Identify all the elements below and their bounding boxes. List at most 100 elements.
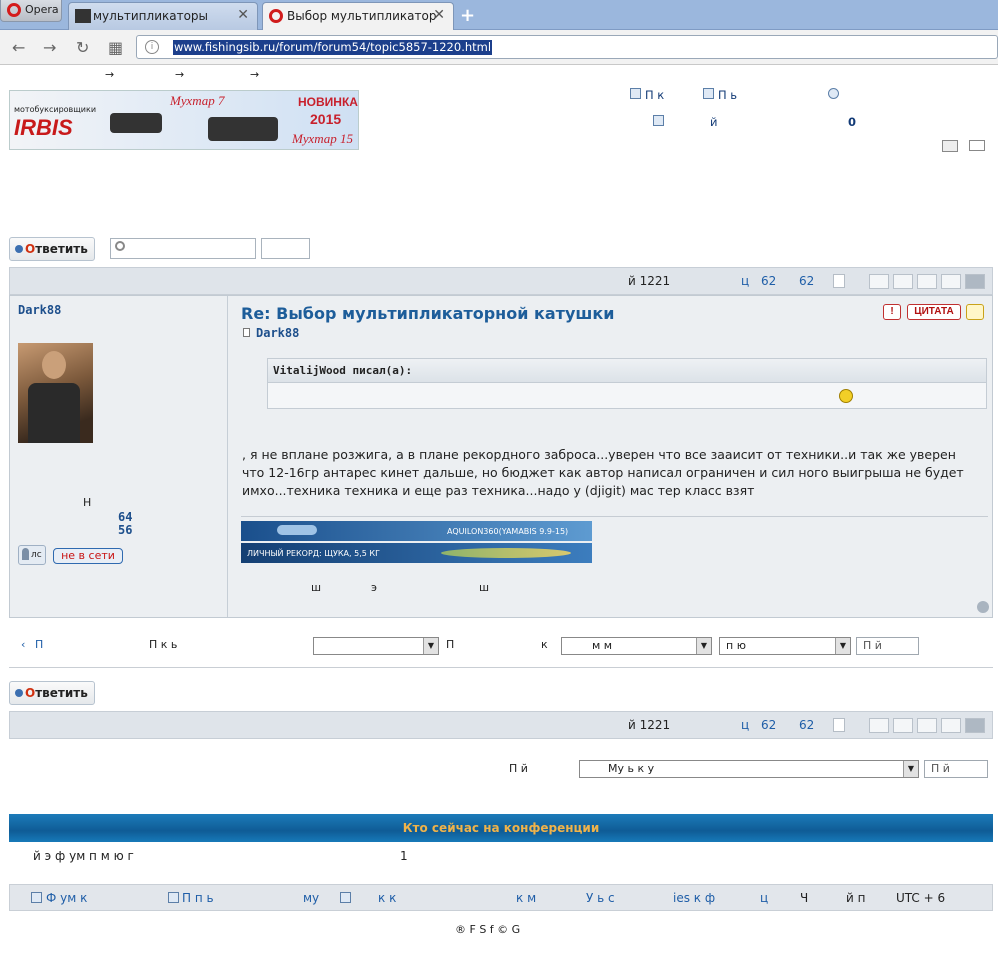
avatar-head bbox=[42, 351, 66, 379]
sort-order-value: п ю bbox=[726, 639, 746, 652]
sort-by-label: к bbox=[541, 638, 548, 651]
private-message-button[interactable]: лс bbox=[18, 545, 46, 565]
banner-model-1: Мухтар 7 bbox=[170, 93, 225, 108]
signature-banner-1[interactable]: AQUILON360(YAMABIS 9.9-15) bbox=[241, 521, 592, 541]
sort-field-select[interactable]: м м ▼ bbox=[561, 637, 712, 655]
header-link-posts[interactable]: П ь bbox=[718, 88, 737, 102]
reply-button-bottom[interactable]: Ответить bbox=[9, 681, 95, 705]
footer-link[interactable]: П п ь bbox=[182, 891, 214, 905]
footer-link[interactable]: У ь с bbox=[586, 891, 615, 905]
pagination-bar-bottom: й 1221 ц 62 62 bbox=[9, 711, 993, 739]
quote-block: VitalijWood писал(а): bbox=[267, 358, 987, 409]
forward-button[interactable]: → bbox=[43, 38, 56, 57]
stat-value-1[interactable]: 64 bbox=[118, 510, 132, 524]
prev-topic-link[interactable]: П bbox=[35, 638, 43, 651]
snowmobile-image bbox=[110, 113, 162, 133]
nav-box[interactable] bbox=[917, 274, 937, 289]
browser-tab-1[interactable]: мультипликаторы ✕ bbox=[68, 2, 258, 30]
page-link[interactable]: 62 bbox=[799, 274, 814, 288]
post-author-link[interactable]: Dark88 bbox=[256, 326, 299, 340]
topic-search-button[interactable] bbox=[261, 238, 310, 259]
footer-link[interactable]: ц bbox=[760, 891, 768, 905]
nav-box[interactable] bbox=[893, 718, 913, 733]
page-checkbox[interactable] bbox=[833, 718, 845, 732]
footer-link[interactable]: к м bbox=[516, 891, 536, 905]
nav-box[interactable] bbox=[965, 274, 985, 289]
site-info-icon[interactable]: i bbox=[145, 40, 159, 54]
page-link[interactable]: 62 bbox=[761, 274, 776, 288]
user-icon[interactable] bbox=[653, 115, 664, 126]
signature-divider bbox=[241, 516, 988, 517]
irbis-banner[interactable]: мотобуксировщики IRBIS Мухтар 7 НОВИНКА … bbox=[9, 90, 359, 150]
author-name[interactable]: Dark88 bbox=[18, 303, 61, 317]
avatar bbox=[18, 343, 93, 443]
nav-box[interactable] bbox=[941, 718, 961, 733]
chevron-down-icon: ▼ bbox=[696, 638, 711, 654]
topic-search-input[interactable] bbox=[110, 238, 256, 259]
breadcrumb-arrow: → bbox=[250, 68, 260, 81]
reply-icon bbox=[15, 245, 23, 253]
sort-order-select[interactable]: п ю ▼ bbox=[719, 637, 851, 655]
banner-year: 2015 bbox=[310, 111, 342, 127]
jump-forum-value: Му ь к у bbox=[608, 762, 655, 775]
stat-value-2[interactable]: 56 bbox=[118, 523, 132, 537]
jump-go-button[interactable]: П й bbox=[924, 760, 988, 778]
browser-tab-2-active[interactable]: Выбор мультипликаторной ✕ bbox=[262, 2, 454, 30]
url-text[interactable]: www.fishingsib.ru/forum/forum54/topic585… bbox=[173, 40, 493, 55]
nav-box[interactable] bbox=[893, 274, 913, 289]
nav-box[interactable] bbox=[941, 274, 961, 289]
address-bar[interactable]: i www.fishingsib.ru/forum/forum54/topic5… bbox=[136, 35, 998, 59]
header-link-login[interactable]: й bbox=[710, 115, 717, 129]
tab-close-icon[interactable]: ✕ bbox=[433, 7, 445, 23]
pagination-bar-top: й 1221 ц 62 62 bbox=[9, 267, 993, 295]
back-to-top-icon[interactable] bbox=[977, 601, 989, 613]
email-icon[interactable] bbox=[969, 140, 985, 151]
footer-link[interactable]: му bbox=[303, 891, 319, 905]
jump-forum-select[interactable]: Му ь к у ▼ bbox=[579, 760, 919, 778]
users-icon[interactable] bbox=[340, 892, 351, 903]
report-button[interactable]: ! bbox=[883, 304, 901, 320]
who-online-text: й э ф ум п м ю г bbox=[33, 849, 134, 863]
print-icon[interactable] bbox=[942, 140, 958, 152]
post-title[interactable]: Re: Выбор мультипликаторной катушки bbox=[241, 304, 614, 323]
footer-link[interactable]: ies к ф bbox=[673, 891, 715, 905]
footer-link[interactable]: Ф ум к bbox=[46, 891, 87, 905]
nav-box[interactable] bbox=[965, 718, 985, 733]
opera-menu-button[interactable]: Opera bbox=[0, 0, 62, 22]
signature-banner-2[interactable]: ЛИЧНЫЙ РЕКОРД: ЩУКА, 5,5 КГ bbox=[241, 543, 592, 563]
search-icon bbox=[115, 241, 125, 251]
signature-text-1: AQUILON360(YAMABIS 9.9-15) bbox=[447, 527, 569, 536]
tab-close-icon[interactable]: ✕ bbox=[237, 7, 249, 23]
home-icon[interactable] bbox=[828, 88, 839, 99]
doc-icon[interactable] bbox=[703, 88, 714, 99]
header-link-search[interactable]: П к bbox=[645, 88, 664, 102]
back-button[interactable]: ← bbox=[12, 38, 25, 57]
reload-button[interactable]: ↻ bbox=[76, 38, 89, 57]
page-checkbox[interactable] bbox=[833, 274, 845, 288]
post-footer-text: ш bbox=[311, 581, 322, 594]
thanks-button[interactable] bbox=[966, 304, 984, 320]
speed-dial-button[interactable]: ▦ bbox=[108, 38, 123, 57]
page-link[interactable]: 62 bbox=[761, 718, 776, 732]
page-label: ц bbox=[741, 718, 750, 732]
search-icon[interactable] bbox=[630, 88, 641, 99]
browser-nav-bar: ← → ↻ ▦ i www.fishingsib.ru/forum/forum5… bbox=[0, 30, 998, 65]
reply-label-rest: тветить bbox=[35, 242, 88, 256]
nav-box[interactable] bbox=[869, 718, 889, 733]
checkbox-icon[interactable] bbox=[168, 892, 179, 903]
nav-box[interactable] bbox=[917, 718, 937, 733]
new-tab-button[interactable]: + bbox=[460, 5, 475, 26]
sort-go-button[interactable]: П й bbox=[856, 637, 919, 655]
quote-button[interactable]: ЦИТАТА bbox=[907, 304, 961, 320]
post-footer-text: э bbox=[371, 581, 378, 594]
time-filter-select[interactable]: ▼ bbox=[313, 637, 439, 655]
footer-link[interactable]: к к bbox=[378, 891, 396, 905]
home-icon[interactable] bbox=[31, 892, 42, 903]
prev-arrow-icon[interactable]: ‹ bbox=[21, 638, 25, 651]
page-link[interactable]: 62 bbox=[799, 718, 814, 732]
nav-box[interactable] bbox=[869, 274, 889, 289]
who-online-count: 1 bbox=[400, 849, 408, 863]
pike-image bbox=[441, 548, 571, 558]
pm-label: лс bbox=[31, 550, 42, 560]
reply-button[interactable]: Ответить bbox=[9, 237, 95, 261]
